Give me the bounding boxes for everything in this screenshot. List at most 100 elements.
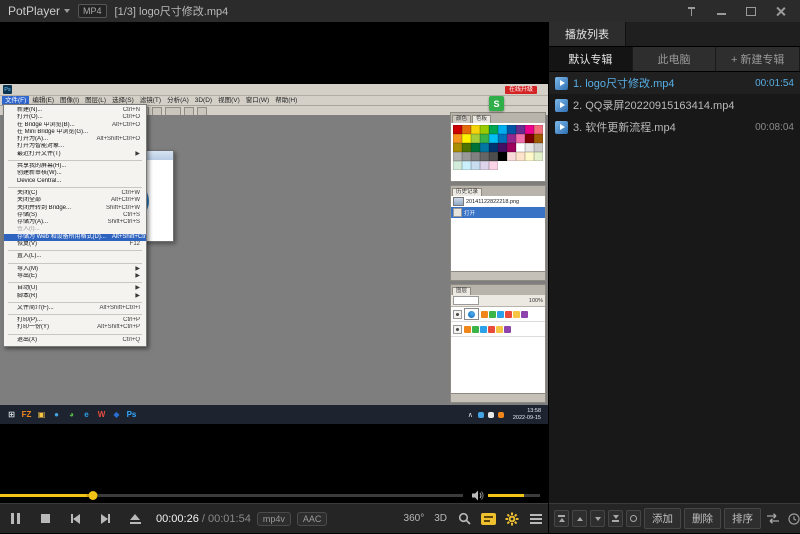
volume-icon[interactable]	[471, 490, 484, 501]
file-menu-item-shortcut: Shift+Ctrl+W	[106, 205, 140, 212]
volume-slider[interactable]	[488, 494, 540, 497]
color-swatch	[525, 152, 534, 161]
previous-button[interactable]	[60, 504, 90, 534]
color-swatch	[525, 143, 534, 152]
app-name: PotPlayer	[8, 4, 60, 18]
layer-thumbnail	[464, 308, 479, 320]
ps-file-menu: 新建(N)...Ctrl+N打开(O)...Ctrl+O在 Bridge 中浏览…	[3, 104, 147, 347]
menu-separator	[8, 187, 142, 188]
time-display: 00:00:26 / 00:01:54	[156, 513, 251, 525]
bar-icon	[558, 515, 565, 517]
playlist-tab-3[interactable]: + 新建专辑	[716, 47, 800, 71]
playlist-move-down-button[interactable]	[590, 510, 605, 527]
layers-options-row: 100%	[451, 295, 545, 307]
settings-button[interactable]	[500, 504, 524, 534]
color-swatch	[489, 134, 498, 143]
open-file-button[interactable]	[120, 504, 150, 534]
color-swatch	[525, 134, 534, 143]
color-swatch	[471, 161, 480, 170]
arrow-down-icon	[595, 517, 601, 521]
seek-bar[interactable]	[0, 494, 463, 497]
playlist-tabs: 默认专辑此电脑+ 新建专辑	[549, 47, 800, 72]
color-swatch	[507, 143, 516, 152]
menu-separator	[8, 160, 142, 161]
color-swatch	[453, 125, 462, 134]
history-snapshot-thumb	[453, 197, 464, 206]
search-button[interactable]	[452, 504, 476, 534]
close-button[interactable]	[770, 3, 792, 19]
playlist-item[interactable]: 3. 软件更新流程.mp400:08:04	[549, 116, 800, 138]
playlist-item[interactable]: 2. QQ录屏20220915163414.mp4	[549, 94, 800, 116]
sort-button[interactable]: 排序	[724, 508, 761, 529]
color-swatch	[516, 125, 525, 134]
color-swatch	[498, 143, 507, 152]
color-swatch	[498, 134, 507, 143]
color-swatch	[480, 134, 489, 143]
minimize-button[interactable]	[710, 3, 732, 19]
file-menu-item: 打开为智能对象...	[4, 143, 146, 150]
menu-button[interactable]	[524, 504, 548, 534]
color-swatch	[471, 134, 480, 143]
always-on-top-button[interactable]	[680, 3, 702, 19]
color-swatch	[516, 143, 525, 152]
total-duration: 00:01:54	[208, 513, 251, 525]
file-menu-item-label: 在 Bridge 中浏览(B)...	[17, 122, 75, 129]
playlist-item-title: 1. logo尺寸修改.mp4	[573, 75, 674, 91]
playlist-move-top-button[interactable]	[554, 510, 569, 527]
file-menu-item-label: 存储为(A)...	[17, 219, 48, 226]
file-menu-item: 关闭并转到 Bridge...Shift+Ctrl+W	[4, 205, 146, 212]
vr-360-button[interactable]: 360°	[399, 513, 430, 524]
layer-row	[451, 307, 545, 322]
file-menu-item: 打开为(A)...Alt+Shift+Ctrl+O	[4, 136, 146, 143]
shuffle-button[interactable]	[764, 504, 782, 534]
file-menu-item-shortcut: Alt+Ctrl+O	[112, 122, 140, 129]
playlist-header: 播放列表	[549, 22, 800, 47]
playlist-move-bottom-button[interactable]	[608, 510, 623, 527]
file-menu-item-shortcut: ▶	[135, 273, 140, 280]
subtitles-icon	[481, 513, 496, 525]
title-bar[interactable]: PotPlayer MP4 [1/3] logo尺寸修改.mp4	[0, 0, 800, 22]
seek-knob[interactable]	[88, 491, 97, 500]
file-menu-item-shortcut: ▶	[135, 285, 140, 292]
file-menu-item-label: 文件简介(F)...	[17, 305, 54, 312]
pause-button[interactable]	[0, 504, 30, 534]
history-list: 20141122822218.png打开	[451, 196, 545, 271]
file-menu-item-label: 打开(O)...	[17, 114, 43, 121]
playlist-header-tab[interactable]: 播放列表	[549, 22, 626, 46]
file-menu-item-label: 在 Mini Bridge 中浏览(G)...	[17, 129, 88, 136]
playlist-move-up-button[interactable]	[572, 510, 587, 527]
ps-panel-tab-color: 颜色	[452, 115, 471, 123]
menu-separator	[8, 334, 142, 335]
taskbar-icon: W	[94, 410, 109, 419]
video-display-area[interactable]: Ps 在线升级 文件(F)编辑(E)图像(I)图层(L)选择(S)滤镜(T)分析…	[0, 22, 548, 533]
color-swatch	[489, 143, 498, 152]
playlist-tab-2[interactable]: 此电脑	[633, 47, 717, 71]
3d-button[interactable]: 3D	[429, 513, 452, 524]
playlist-item-duration: 00:08:04	[755, 122, 794, 133]
playlist-locate-current-button[interactable]	[626, 510, 641, 527]
file-menu-item-shortcut: Ctrl+O	[122, 114, 140, 121]
delete-button[interactable]: 删除	[684, 508, 721, 529]
upgrade-badge: 在线升级	[505, 86, 537, 94]
file-menu-item-shortcut: Alt+Shift+Ctrl+S	[112, 234, 146, 241]
color-swatch	[462, 125, 471, 134]
add-button[interactable]: 添加	[644, 508, 681, 529]
playlist-item[interactable]: 1. logo尺寸修改.mp400:01:54	[549, 72, 800, 94]
color-swatch	[498, 152, 507, 161]
win-taskbar-icons: ⊞FZ▣●◕eW◆Ps	[4, 410, 139, 419]
color-swatch	[507, 134, 516, 143]
playlist-tab-1[interactable]: 默认专辑	[549, 47, 633, 71]
taskbar-icon: ⊞	[4, 410, 19, 419]
layers-panel-header: 图层	[451, 285, 545, 295]
clock-display[interactable]: 09:58	[788, 513, 800, 525]
app-menu-button[interactable]: PotPlayer	[8, 4, 70, 18]
playlist-panel: 播放列表 默认专辑此电脑+ 新建专辑 1. logo尺寸修改.mp400:01:…	[548, 22, 800, 533]
subtitles-button[interactable]	[476, 504, 500, 534]
stop-button[interactable]	[30, 504, 60, 534]
eject-icon	[130, 514, 141, 524]
file-menu-item-shortcut: Ctrl+W	[122, 190, 141, 197]
next-button[interactable]	[90, 504, 120, 534]
maximize-button[interactable]	[740, 3, 762, 19]
file-menu-item: 存储为(A)...Shift+Ctrl+S	[4, 219, 146, 226]
file-menu-item: 打印(P)...Ctrl+P	[4, 317, 146, 324]
